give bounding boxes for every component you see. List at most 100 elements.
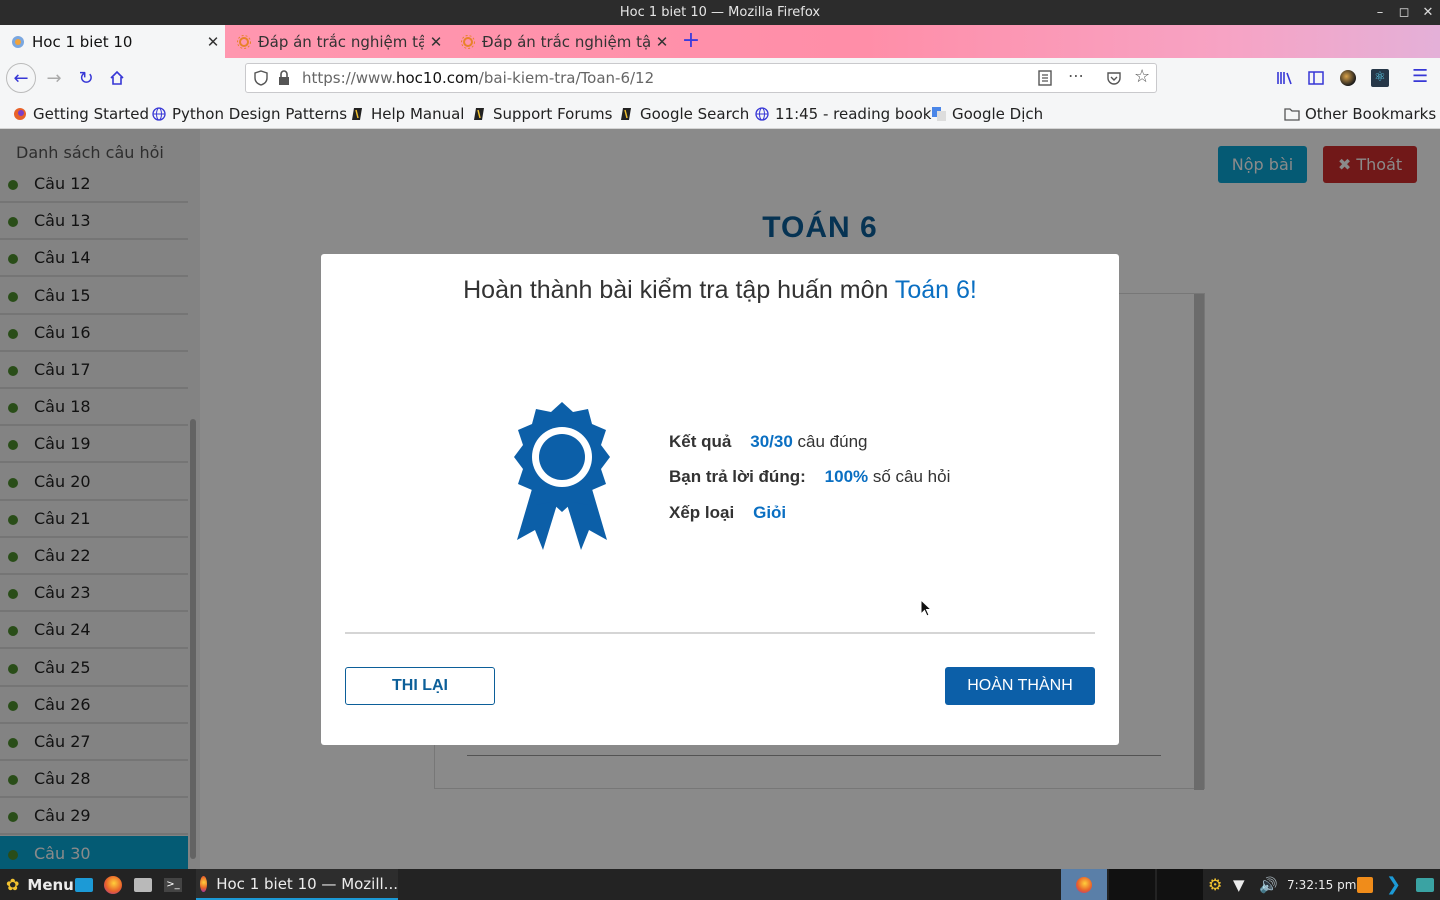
document-icon: [350, 106, 366, 122]
firefox-icon: [200, 875, 208, 892]
minimize-icon[interactable]: –: [1369, 0, 1391, 25]
new-tab-icon[interactable]: +: [676, 25, 706, 58]
globe-icon: [151, 106, 167, 122]
url-bar[interactable]: https://www.hoc10.com/bai-kiem-tra/Toan-…: [245, 63, 1157, 93]
bookmark-label: Google Dịch: [952, 104, 1044, 123]
workspace-2[interactable]: [1109, 869, 1155, 900]
tab-close-icon[interactable]: ✕: [650, 33, 674, 51]
clock[interactable]: 7:32:15 pm: [1287, 869, 1356, 900]
bookmark-support-forums[interactable]: Support Forums: [472, 98, 612, 129]
screen-share-icon[interactable]: [1416, 869, 1434, 900]
hamburger-menu-icon[interactable]: ☰: [1412, 66, 1428, 87]
reload-icon[interactable]: ↻: [72, 64, 100, 92]
menu-label: Menu: [27, 875, 74, 894]
window-titlebar: Hoc 1 biet 10 — Mozilla Firefox – ◻ ✕: [0, 0, 1440, 25]
more-actions-icon[interactable]: ⋯: [1068, 66, 1084, 85]
sidebar-toggle-icon[interactable]: [1308, 70, 1324, 90]
home-icon[interactable]: [103, 64, 131, 92]
modal-title: Hoàn thành bài kiểm tra tập huấn môn Toá…: [321, 276, 1119, 305]
tab-close-icon[interactable]: ✕: [201, 33, 225, 51]
taskbar-window-label: Hoc 1 biet 10 — Mozill...: [216, 874, 398, 893]
result-modal: Hoàn thành bài kiểm tra tập huấn môn Toá…: [321, 254, 1119, 745]
navigation-bar: ← → ↻ https://www.hoc10.com/bai-kiem-tra…: [0, 58, 1440, 98]
library-icon[interactable]: [1276, 70, 1294, 90]
shield-icon[interactable]: [254, 70, 268, 90]
sublime-text-icon[interactable]: [1357, 869, 1373, 900]
retry-button[interactable]: THI LẠI: [345, 667, 495, 705]
other-bookmarks[interactable]: Other Bookmarks: [1284, 98, 1436, 129]
tab-dap-an-2[interactable]: Đáp án trắc nghiệm tập ✕: [450, 25, 674, 58]
mouse-cursor-icon: [920, 599, 933, 617]
start-menu-button[interactable]: ✿ Menu: [6, 869, 74, 900]
bookmark-help-manual[interactable]: Help Manual: [350, 98, 464, 129]
bookmark-reading-book[interactable]: 11:45 - reading book: [754, 98, 931, 129]
result-suffix: câu đúng: [797, 432, 868, 451]
award-medal-icon: [514, 402, 610, 550]
correct-rate-suffix: số câu hỏi: [872, 467, 951, 486]
bookmark-python-design-patterns[interactable]: Python Design Patterns: [151, 98, 347, 129]
bookmark-label: Support Forums: [493, 104, 613, 123]
forward-arrow-icon[interactable]: →: [40, 64, 68, 92]
theme-extension-icon[interactable]: [1340, 70, 1356, 86]
result-row: Kết quả 30/30 câu đúng: [669, 432, 867, 452]
tab-strip: Hoc 1 biet 10 ✕ Đáp án trắc nghiệm tập ✕…: [0, 25, 1440, 58]
workspace-1[interactable]: [1061, 869, 1107, 900]
system-taskbar: ✿ Menu >_ Hoc 1 biet 10 — Mozill... ⚙ ▼ …: [0, 869, 1440, 900]
maximize-icon[interactable]: ◻: [1393, 0, 1415, 25]
pocket-icon[interactable]: [1106, 70, 1122, 90]
hoc10-favicon-icon: [10, 34, 26, 50]
bookmark-label: 11:45 - reading book: [775, 104, 932, 123]
correct-rate-value: 100%: [824, 467, 869, 486]
result-label: Kết quả: [669, 432, 732, 451]
document-icon: [619, 106, 635, 122]
firefox-icon: [12, 106, 28, 122]
bookmark-label: Help Manual: [371, 104, 465, 123]
workspace-3[interactable]: [1157, 869, 1203, 900]
volume-icon[interactable]: 🔊: [1259, 869, 1278, 900]
bookmark-star-icon[interactable]: ☆: [1134, 66, 1150, 87]
modal-title-text: Hoàn thành bài kiểm tra tập huấn môn: [463, 276, 895, 304]
react-devtools-icon[interactable]: ⚛: [1371, 69, 1389, 87]
rank-value: Giỏi: [753, 503, 787, 522]
bookmark-getting-started[interactable]: Getting Started: [12, 98, 149, 129]
folder-icon: [1284, 106, 1300, 122]
sun-favicon-icon: [460, 34, 476, 50]
close-window-icon[interactable]: ✕: [1417, 0, 1439, 25]
url-domain: hoc10.com: [395, 69, 479, 87]
finish-button[interactable]: HOÀN THÀNH: [945, 667, 1095, 705]
show-desktop-icon[interactable]: [75, 869, 93, 900]
terminal-icon[interactable]: >_: [164, 869, 182, 900]
back-arrow-icon[interactable]: ←: [6, 63, 36, 93]
rank-row: Xếp loại Giỏi: [669, 503, 786, 523]
wifi-icon[interactable]: ▼: [1233, 869, 1245, 900]
globe-icon: [754, 106, 770, 122]
tab-close-icon[interactable]: ✕: [424, 33, 448, 51]
tab-hoc10[interactable]: Hoc 1 biet 10 ✕: [0, 25, 225, 58]
tab-label: Đáp án trắc nghiệm tập: [258, 32, 424, 51]
sun-favicon-icon: [236, 34, 252, 50]
firefox-icon: [1076, 876, 1092, 893]
url-path: /bai-kiem-tra/Toan-6/12: [478, 69, 655, 87]
correct-rate-row: Bạn trả lời đúng: 100% số câu hỏi: [669, 467, 950, 487]
reader-view-icon[interactable]: [1038, 70, 1052, 90]
lock-icon[interactable]: [278, 70, 290, 90]
update-manager-icon[interactable]: ⚙: [1208, 869, 1222, 900]
result-value: 30/30: [750, 432, 793, 451]
bookmark-google-dich[interactable]: Google Dịch: [931, 98, 1043, 129]
google-translate-icon: [931, 106, 947, 122]
document-icon: [472, 106, 488, 122]
bookmarks-toolbar: Getting Started Python Design Patterns H…: [0, 98, 1440, 129]
url-text: https://www.hoc10.com/bai-kiem-tra/Toan-…: [302, 64, 654, 92]
tab-dap-an-1[interactable]: Đáp án trắc nghiệm tập ✕: [226, 25, 448, 58]
page-content: Danh sách câu hỏi Câu 12 Câu 13 Câu 14 Câu …: [0, 129, 1440, 869]
bookmark-label: Google Search: [640, 104, 750, 123]
url-prefix: https://www.: [302, 69, 396, 87]
firefox-launcher-icon[interactable]: [104, 869, 122, 900]
other-bookmarks-label: Other Bookmarks: [1305, 104, 1437, 123]
file-manager-icon[interactable]: [134, 869, 152, 900]
bookmark-google-search[interactable]: Google Search: [619, 98, 749, 129]
bookmark-label: Python Design Patterns: [172, 104, 348, 123]
vscode-icon[interactable]: ❯: [1386, 869, 1401, 900]
taskbar-window-firefox[interactable]: Hoc 1 biet 10 — Mozill...: [196, 869, 398, 900]
bookmark-label: Getting Started: [33, 104, 149, 123]
